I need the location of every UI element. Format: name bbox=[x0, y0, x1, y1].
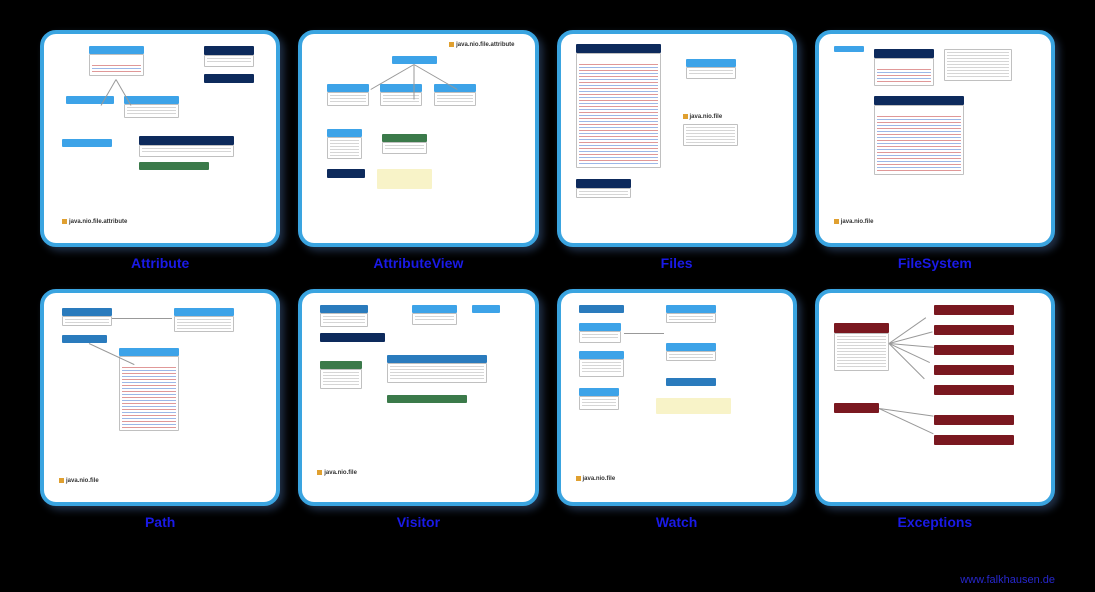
package-label: java.nio.file bbox=[841, 219, 874, 225]
caption-attributeview: AttributeView bbox=[373, 255, 463, 271]
card-exceptions[interactable]: Exceptions bbox=[815, 289, 1055, 530]
package-label: java.nio.file bbox=[583, 476, 616, 482]
thumbnail-visitor[interactable]: java.nio.file bbox=[298, 289, 538, 506]
package-label: java.nio.file.attribute bbox=[69, 219, 127, 225]
card-attributeview[interactable]: java.nio.file.attribute AttributeView bbox=[298, 30, 538, 271]
card-watch[interactable]: java.nio.file Watch bbox=[557, 289, 797, 530]
package-label: java.nio.file bbox=[324, 470, 357, 476]
thumbnail-watch[interactable]: java.nio.file bbox=[557, 289, 797, 506]
thumbnail-exceptions[interactable] bbox=[815, 289, 1055, 506]
thumbnail-attribute[interactable]: java.nio.file.attribute bbox=[40, 30, 280, 247]
card-files[interactable]: java.nio.file Files bbox=[557, 30, 797, 271]
caption-filesystem: FileSystem bbox=[898, 255, 972, 271]
caption-exceptions: Exceptions bbox=[898, 514, 973, 530]
footer-link[interactable]: www.falkhausen.de bbox=[960, 574, 1055, 586]
thumbnail-files[interactable]: java.nio.file bbox=[557, 30, 797, 247]
caption-visitor: Visitor bbox=[397, 514, 440, 530]
card-attribute[interactable]: java.nio.file.attribute Attribute bbox=[40, 30, 280, 271]
thumbnail-path[interactable]: java.nio.file bbox=[40, 289, 280, 506]
package-label: java.nio.file bbox=[690, 114, 723, 120]
package-label: java.nio.file bbox=[66, 478, 99, 484]
package-label: java.nio.file.attribute bbox=[456, 42, 514, 48]
diagram-grid: java.nio.file.attribute Attribute java.n… bbox=[0, 0, 1095, 560]
thumbnail-attributeview[interactable]: java.nio.file.attribute bbox=[298, 30, 538, 247]
caption-files: Files bbox=[661, 255, 693, 271]
caption-watch: Watch bbox=[656, 514, 697, 530]
card-visitor[interactable]: java.nio.file Visitor bbox=[298, 289, 538, 530]
card-filesystem[interactable]: java.nio.file FileSystem bbox=[815, 30, 1055, 271]
caption-path: Path bbox=[145, 514, 175, 530]
card-path[interactable]: java.nio.file Path bbox=[40, 289, 280, 530]
thumbnail-filesystem[interactable]: java.nio.file bbox=[815, 30, 1055, 247]
caption-attribute: Attribute bbox=[131, 255, 189, 271]
